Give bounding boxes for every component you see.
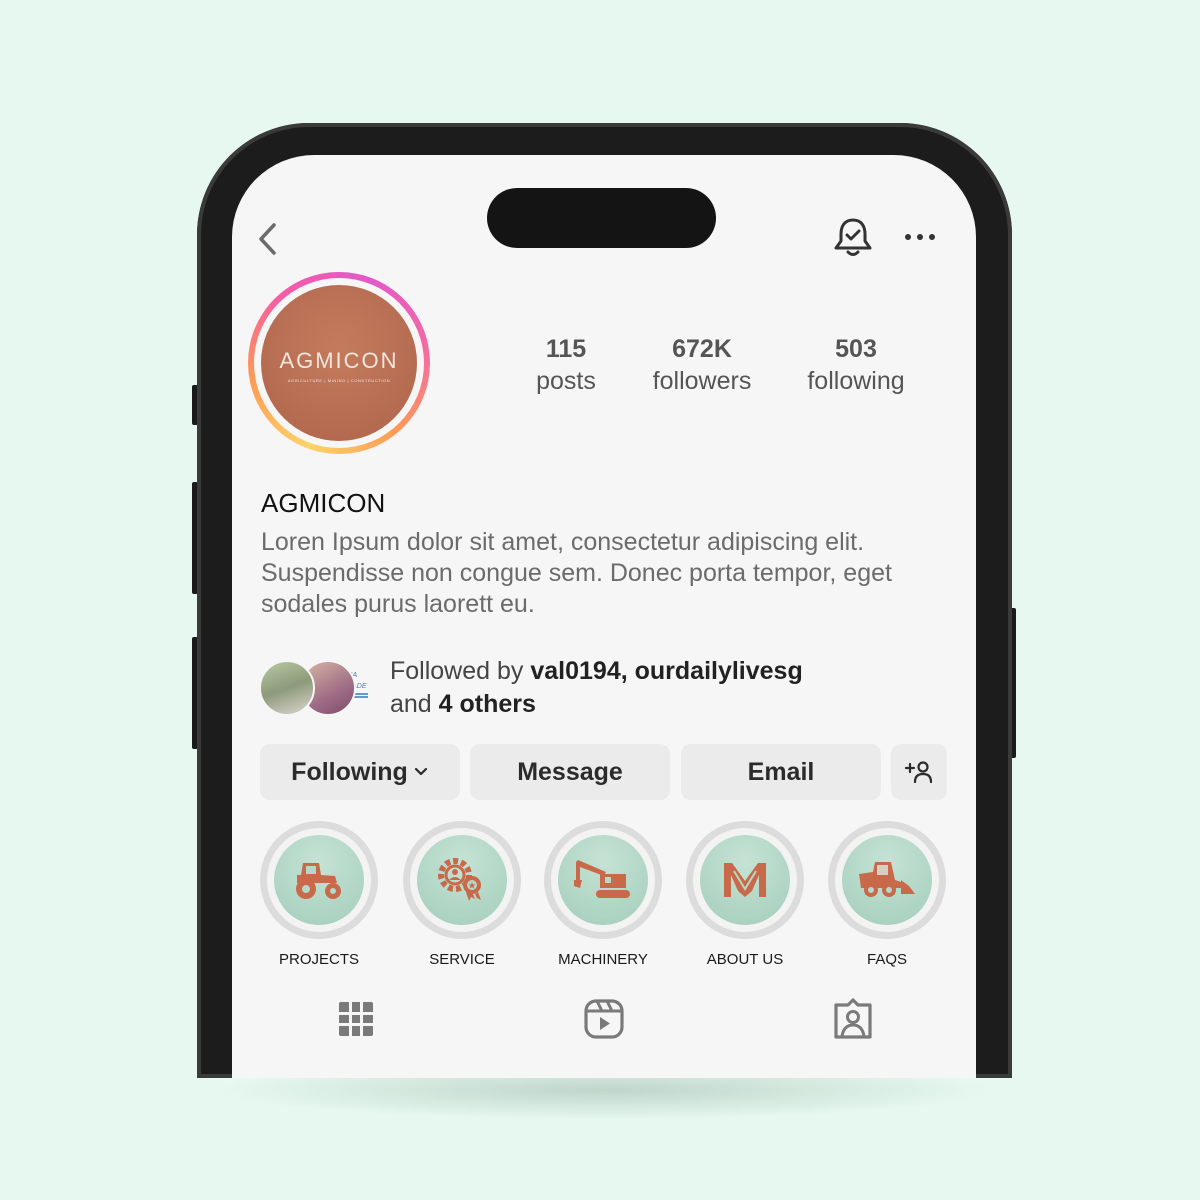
highlight-cover xyxy=(558,835,648,925)
highlight-cover xyxy=(417,835,507,925)
followed-by-prefix: Followed by xyxy=(390,657,524,685)
followed-by-others: 4 others xyxy=(438,690,536,718)
phone-screen: AGMICON AGRICULTURE | MINING | CONSTRUCT… xyxy=(232,155,976,1078)
profile-name: AGMICON xyxy=(261,488,386,518)
highlight-cover xyxy=(842,835,932,925)
following-button-label: Following xyxy=(291,757,408,786)
profile-bio: Loren Ipsum dolor sit amet, consectetur … xyxy=(261,528,892,618)
highlight-projects[interactable]: PROJECTS xyxy=(260,821,378,968)
avatar-logo-text: AGMICON xyxy=(279,347,399,373)
chevron-down-icon xyxy=(414,767,427,776)
highlight-label: SERVICE xyxy=(429,951,495,968)
add-person-icon xyxy=(904,761,933,784)
grid-icon[interactable] xyxy=(335,998,377,1040)
stat-posts[interactable]: 115 posts xyxy=(520,335,612,396)
following-button[interactable]: Following xyxy=(260,744,460,800)
gear-badge-icon xyxy=(438,858,481,901)
stat-value: 115 xyxy=(545,335,587,363)
highlight-ring xyxy=(403,821,521,939)
m-logo-icon xyxy=(724,863,766,897)
dynamic-island xyxy=(487,188,716,248)
message-button[interactable]: Message xyxy=(470,744,670,800)
stat-following[interactable]: 503 following xyxy=(796,335,916,396)
highlight-about-us[interactable]: ABOUT US xyxy=(686,821,804,968)
stat-label: posts xyxy=(536,367,596,395)
followed-by-and: and xyxy=(390,690,432,718)
avatar-tagline: AGRICULTURE | MINING | CONSTRUCTION xyxy=(287,377,391,383)
message-button-label: Message xyxy=(517,757,623,786)
highlight-ring xyxy=(260,821,378,939)
highlight-cover xyxy=(274,835,364,925)
story-ring[interactable]: AGMICON AGRICULTURE | MINING | CONSTRUCT… xyxy=(248,272,430,454)
stat-followers[interactable]: 672K followers xyxy=(637,335,767,396)
highlight-cover xyxy=(700,835,790,925)
highlight-ring xyxy=(828,821,946,939)
highlight-label: PROJECTS xyxy=(278,951,359,968)
highlight-faqs[interactable]: FAQS xyxy=(828,821,946,968)
email-button-label: Email xyxy=(747,757,815,786)
stat-value: 672K xyxy=(672,335,732,363)
follower-avatar[interactable] xyxy=(259,660,315,716)
highlight-label: ABOUT US xyxy=(706,951,784,968)
tagged-person-icon[interactable] xyxy=(832,998,874,1040)
highlight-machinery[interactable]: MACHINERY xyxy=(544,821,662,968)
followed-by-text[interactable]: Followed by val0194, ourdailylivesg and … xyxy=(390,655,803,721)
stat-label: followers xyxy=(652,367,752,395)
add-user-button[interactable] xyxy=(891,744,947,800)
more-horizontal-icon[interactable] xyxy=(902,225,938,249)
followed-by-users: val0194, ourdailylivesg xyxy=(530,657,803,685)
highlight-service[interactable]: SERVICE xyxy=(403,821,521,968)
highlight-label: FAQS xyxy=(866,951,907,968)
tractor-icon xyxy=(296,863,341,899)
excavator-icon xyxy=(574,860,630,898)
email-button[interactable]: Email xyxy=(681,744,881,800)
skid-loader-icon xyxy=(859,862,915,897)
reels-icon[interactable] xyxy=(583,998,625,1040)
highlight-ring xyxy=(686,821,804,939)
chevron-left-icon[interactable] xyxy=(254,219,284,259)
stat-value: 503 xyxy=(835,335,877,363)
bell-check-icon[interactable] xyxy=(832,215,874,259)
highlight-label: MACHINERY xyxy=(558,951,648,968)
highlight-ring xyxy=(544,821,662,939)
avatar[interactable]: AGMICON AGRICULTURE | MINING | CONSTRUCT… xyxy=(261,285,417,441)
stat-label: following xyxy=(807,367,905,395)
